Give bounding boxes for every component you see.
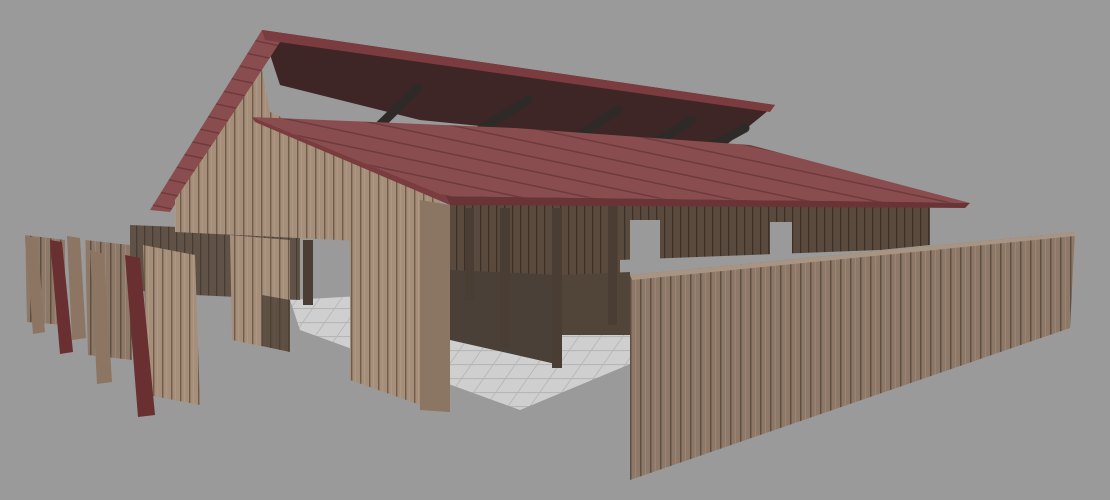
barn-render: [25, 30, 1075, 480]
wall-left-shadow: [262, 295, 290, 352]
window-right: [770, 222, 792, 260]
window-left: [630, 220, 660, 260]
front-corner-post: [420, 200, 450, 412]
inner-stall-right: [560, 272, 630, 335]
3d-viewport[interactable]: [0, 0, 1110, 500]
